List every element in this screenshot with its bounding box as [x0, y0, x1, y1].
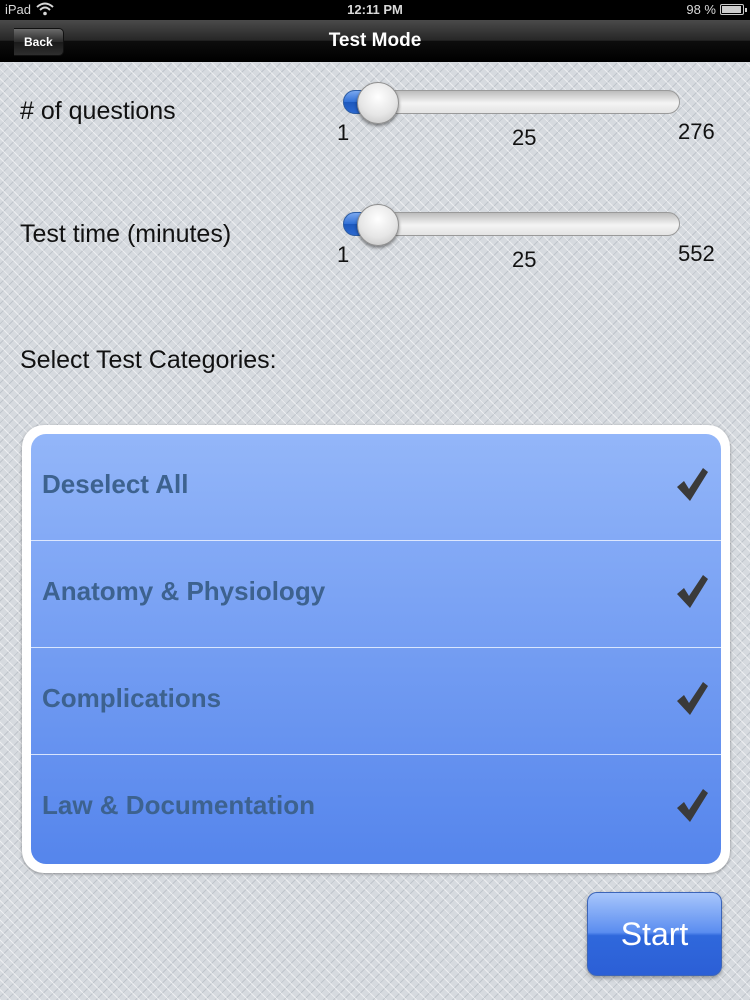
test-time-slider-thumb[interactable]	[357, 204, 399, 246]
battery-percent: 98 %	[686, 2, 716, 17]
categories-list-frame: Deselect All Anatomy & Physiology Compli…	[22, 425, 730, 873]
category-item-deselect-all[interactable]: Deselect All	[31, 434, 721, 541]
status-bar: iPad 12:11 PM 98 %	[0, 0, 750, 20]
test-time-min: 1	[337, 242, 350, 267]
test-time-mid: 25	[512, 247, 537, 272]
category-item-label: Complications	[42, 683, 222, 713]
nav-bar: Back Test Mode	[0, 20, 750, 62]
checkmark-icon	[677, 468, 708, 501]
questions-label: # of questions	[20, 97, 176, 125]
category-item-label: Anatomy & Physiology	[42, 576, 326, 606]
categories-list: Deselect All Anatomy & Physiology Compli…	[31, 434, 721, 864]
status-time: 12:11 PM	[347, 2, 403, 17]
start-button[interactable]: Start	[587, 892, 722, 976]
test-time-max: 552	[678, 241, 715, 266]
page-title: Test Mode	[328, 30, 422, 51]
category-item-label: Deselect All	[42, 469, 189, 499]
checkmark-icon	[677, 789, 708, 822]
questions-max: 276	[678, 119, 715, 144]
test-time-slider[interactable]	[343, 204, 680, 246]
questions-slider[interactable]	[343, 82, 680, 124]
category-item-anatomy-physiology[interactable]: Anatomy & Physiology	[31, 541, 721, 648]
questions-mid: 25	[512, 125, 537, 150]
questions-slider-thumb[interactable]	[357, 82, 399, 124]
category-item-label: Law & Documentation	[42, 790, 316, 820]
categories-heading: Select Test Categories:	[20, 346, 277, 374]
battery-icon	[720, 4, 747, 15]
test-time-label: Test time (minutes)	[20, 220, 232, 248]
category-item-law-documentation[interactable]: Law & Documentation	[31, 755, 721, 862]
checkmark-icon	[677, 575, 708, 608]
checkmark-icon	[677, 682, 708, 715]
category-item-complications[interactable]: Complications	[31, 648, 721, 755]
questions-min: 1	[337, 120, 350, 145]
